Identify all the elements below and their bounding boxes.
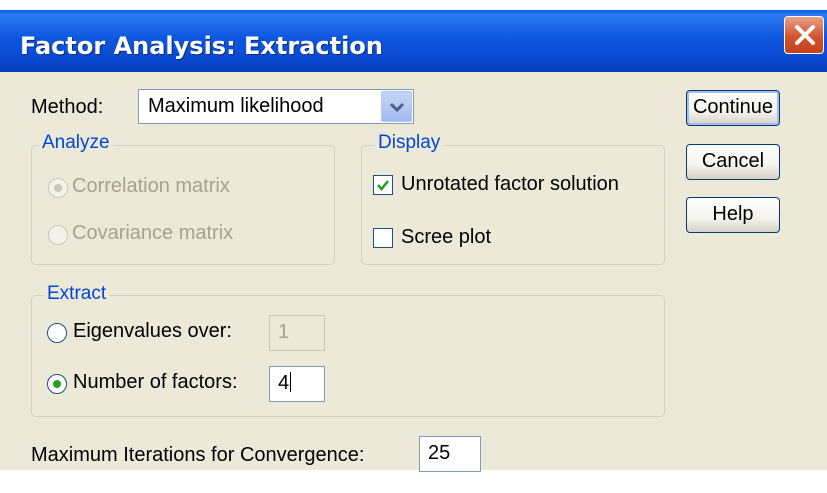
extract-legend: Extract [44, 283, 110, 305]
extract-group [31, 295, 665, 417]
help-button[interactable]: Help [686, 197, 780, 233]
covariance-matrix-radio[interactable] [48, 225, 68, 245]
eigenvalues-radio[interactable] [47, 323, 67, 343]
dropdown-button[interactable] [381, 91, 412, 122]
display-legend: Display [375, 132, 444, 154]
correlation-matrix-radio[interactable] [48, 178, 68, 198]
method-value: Maximum likelihood [148, 95, 324, 117]
number-of-factors-input[interactable]: 4 [269, 366, 325, 402]
close-button[interactable] [784, 16, 824, 54]
unrotated-checkbox[interactable] [373, 175, 393, 195]
scree-plot-checkbox[interactable] [373, 228, 393, 248]
radio-selected-dot [53, 380, 61, 388]
correlation-matrix-label: Correlation matrix [72, 175, 230, 197]
continue-button[interactable]: Continue [686, 90, 780, 126]
eigenvalues-label: Eigenvalues over: [73, 320, 232, 342]
unrotated-label: Unrotated factor solution [401, 173, 619, 195]
chevron-down-icon [390, 102, 404, 112]
scree-plot-label: Scree plot [401, 226, 492, 248]
covariance-matrix-label: Covariance matrix [72, 222, 234, 244]
number-of-factors-value: 4 [278, 372, 290, 394]
max-iterations-label: Maximum Iterations for Convergence: [31, 444, 365, 466]
max-iterations-input[interactable]: 25 [419, 436, 481, 472]
method-label: Method: [31, 96, 104, 118]
checkmark-icon [377, 180, 389, 191]
max-iterations-value: 25 [428, 442, 451, 464]
number-of-factors-label: Number of factors: [73, 371, 238, 393]
method-select[interactable]: Maximum likelihood [138, 89, 414, 124]
cancel-button[interactable]: Cancel [686, 144, 780, 180]
text-cursor [290, 372, 292, 392]
eigenvalues-input[interactable]: 1 [269, 315, 325, 351]
number-of-factors-radio[interactable] [47, 374, 67, 394]
title-bar[interactable]: Factor Analysis: Extraction [0, 10, 827, 72]
window-title: Factor Analysis: Extraction [20, 32, 383, 60]
eigenvalues-value: 1 [278, 321, 290, 343]
analyze-legend: Analyze [39, 132, 113, 154]
radio-selected-dot [54, 184, 62, 192]
analyze-group [31, 145, 335, 265]
close-icon [795, 25, 815, 45]
